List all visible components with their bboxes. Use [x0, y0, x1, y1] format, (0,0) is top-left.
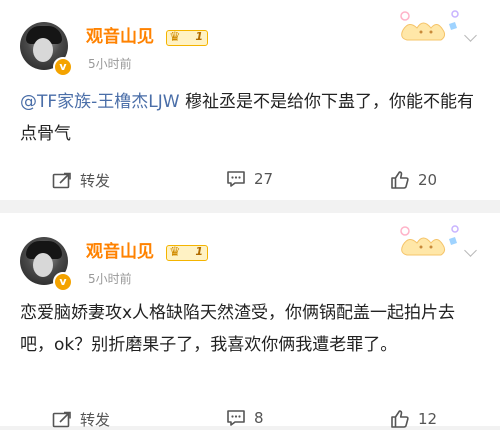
comment-icon [227, 171, 245, 187]
post-text: 恋爱脑娇妻攻x人格缺陷天然渣受，你俩锅配盖一起拍片去吧，ok？别折磨果子了，我喜… [20, 303, 456, 355]
crown-icon: ♛ [169, 245, 181, 260]
comment-button[interactable]: 8 [226, 409, 264, 427]
like-icon [391, 410, 409, 428]
level-badge: ♛ 1 [166, 30, 208, 46]
card-decoration-icon [400, 225, 459, 256]
comment-icon [227, 410, 245, 426]
crown-icon: ♛ [169, 30, 181, 45]
post-card: v 观音山见 ♛ 1 5小时前 @TF家族-王橹杰LJW 穆祉丞是不是给你下蛊了… [0, 0, 500, 200]
post-text: @TF家族-王橹杰LJW 穆祉丞是不是给你下蛊了，你能不能有点骨气 [20, 92, 474, 144]
level-badge: ♛ 1 [166, 245, 208, 261]
like-icon [391, 171, 409, 189]
verified-badge-icon: v [53, 57, 73, 77]
username[interactable]: 观音山见 [86, 237, 154, 262]
post-card: v 观音山见 ♛ 1 5小时前 恋爱脑娇妻攻x人格缺陷天然渣受，你俩锅配盖一起拍… [0, 213, 500, 429]
repost-button[interactable]: 转发 [52, 170, 110, 191]
post-time: 5小时前 [88, 57, 132, 71]
like-button[interactable]: 20 [390, 170, 437, 190]
repost-icon [52, 172, 71, 188]
mention-link[interactable]: @TF家族-王橹杰LJW [20, 92, 180, 112]
like-button[interactable]: 12 [390, 409, 437, 429]
weibo-feed: v 观音山见 ♛ 1 5小时前 @TF家族-王橹杰LJW 穆祉丞是不是给你下蛊了… [0, 0, 500, 429]
username[interactable]: 观音山见 [86, 22, 154, 47]
repost-button[interactable]: 转发 [52, 409, 110, 430]
post-time: 5小时前 [88, 272, 132, 286]
card-decoration-icon [400, 10, 459, 41]
verified-badge-icon: v [53, 272, 73, 292]
comment-button[interactable]: 27 [226, 170, 273, 188]
